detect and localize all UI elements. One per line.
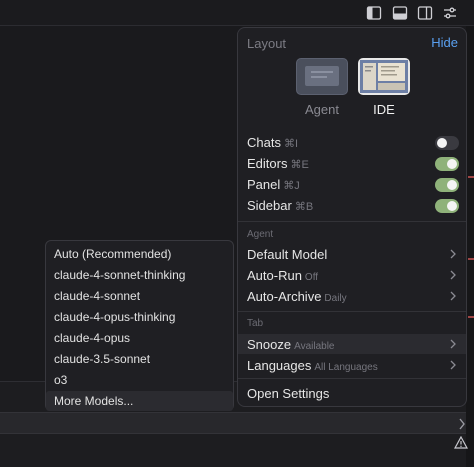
model-option-claude-4-opus[interactable]: claude-4-opus — [46, 328, 233, 348]
default-model-label: Default Model — [247, 247, 328, 262]
auto-archive-item[interactable]: Auto-Archive Daily — [238, 286, 466, 306]
model-option-claude-3-5-sonnet[interactable]: claude-3.5-sonnet — [46, 349, 233, 369]
languages-label: Languages — [247, 358, 312, 373]
auto-archive-value: Daily — [324, 293, 347, 304]
model-dropdown: Auto (Recommended) claude-4-sonnet-think… — [45, 240, 234, 411]
sidebar-left-icon[interactable] — [366, 5, 382, 21]
error-marker — [468, 176, 474, 178]
divider — [238, 221, 466, 222]
panel-toggle[interactable] — [435, 178, 459, 192]
languages-value: All Languages — [314, 362, 378, 373]
chats-label: Chats — [247, 135, 281, 150]
divider — [238, 311, 466, 312]
ide-layout-option[interactable] — [358, 58, 410, 95]
sidebar-toggle-row: Sidebar ⌘B — [247, 198, 459, 216]
open-settings-item[interactable]: Open Settings — [238, 383, 466, 403]
auto-run-item[interactable]: Auto-Run Off — [238, 265, 466, 285]
divider — [238, 378, 466, 379]
languages-item[interactable]: Languages All Languages — [238, 355, 466, 375]
panel-title: Layout — [247, 36, 287, 51]
snooze-label: Snooze — [247, 337, 292, 352]
layout-panel: Layout Hide Agent IDE Chats ⌘I Editors ⌘E — [237, 27, 467, 407]
agent-section-header: Agent — [247, 229, 274, 240]
chevron-right-icon — [448, 338, 458, 350]
panel-shortcut: ⌘J — [283, 180, 300, 192]
chats-shortcut: ⌘I — [283, 138, 299, 150]
editors-toggle-row: Editors ⌘E — [247, 156, 459, 174]
panel-bottom-icon[interactable] — [392, 5, 408, 21]
model-option-claude-4-sonnet-thinking[interactable]: claude-4-sonnet-thinking — [46, 265, 233, 285]
default-model-item[interactable]: Default Model — [238, 244, 466, 264]
chats-toggle[interactable] — [435, 136, 459, 150]
chevron-right-icon — [448, 248, 458, 260]
model-option-auto[interactable]: Auto (Recommended) — [46, 244, 233, 264]
scrollbar-gutter — [466, 26, 474, 467]
model-option-o3[interactable]: o3 — [46, 370, 233, 390]
chevron-right-icon — [448, 269, 458, 281]
panel-toggle-row: Panel ⌘J — [247, 177, 459, 195]
tab-section-header: Tab — [247, 318, 264, 329]
warning-icon[interactable] — [453, 435, 469, 454]
top-toolbar — [0, 0, 474, 26]
panel-label: Panel — [247, 177, 281, 192]
chat-input-strip[interactable] — [0, 412, 474, 434]
error-marker — [468, 258, 474, 260]
auto-run-value: Off — [304, 272, 319, 283]
sidebar-shortcut: ⌘B — [294, 201, 314, 213]
hide-button[interactable]: Hide — [431, 35, 458, 50]
auto-archive-label: Auto-Archive — [247, 289, 322, 304]
editors-label: Editors — [247, 156, 288, 171]
more-models-option[interactable]: More Models... — [46, 391, 233, 411]
model-option-claude-4-sonnet[interactable]: claude-4-sonnet — [46, 286, 233, 306]
sidebar-label: Sidebar — [247, 198, 292, 213]
sidebar-right-icon[interactable] — [417, 5, 433, 21]
editors-shortcut: ⌘E — [290, 159, 309, 171]
chevron-right-icon — [448, 359, 458, 371]
chats-toggle-row: Chats ⌘I — [247, 135, 459, 153]
model-option-claude-4-opus-thinking[interactable]: claude-4-opus-thinking — [46, 307, 233, 327]
sliders-icon[interactable] — [442, 5, 458, 21]
snooze-value: Available — [294, 341, 335, 352]
sidebar-toggle[interactable] — [435, 199, 459, 213]
agent-label: Agent — [305, 102, 339, 117]
chevron-right-icon[interactable] — [458, 417, 466, 435]
chevron-right-icon — [448, 290, 458, 302]
ide-label: IDE — [373, 102, 395, 117]
open-settings-label: Open Settings — [247, 386, 330, 401]
agent-layout-option[interactable] — [296, 58, 348, 95]
snooze-item[interactable]: Snooze Available — [238, 334, 466, 354]
auto-run-label: Auto-Run — [247, 268, 302, 283]
editors-toggle[interactable] — [435, 157, 459, 171]
error-marker — [468, 316, 474, 318]
